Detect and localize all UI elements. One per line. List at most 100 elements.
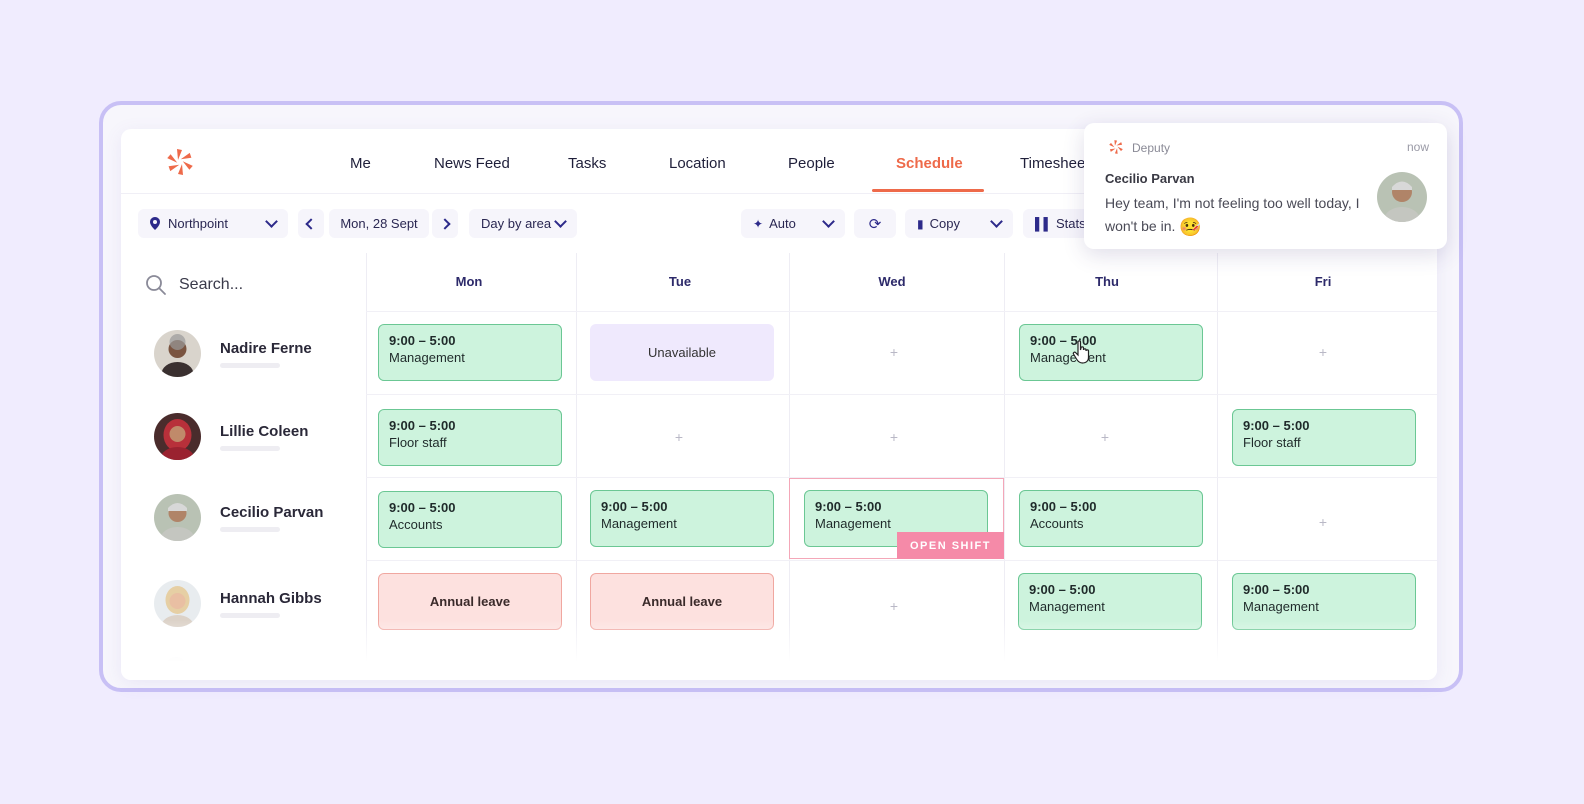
- add-shift-icon[interactable]: +: [884, 429, 904, 445]
- auto-button[interactable]: ✦ Auto: [741, 209, 845, 238]
- shift-card[interactable]: 9:00 – 5:00 Management: [590, 490, 774, 547]
- notification-app-name: Deputy: [1132, 141, 1171, 155]
- hand-cursor-icon: [1072, 340, 1090, 364]
- nav-tasks[interactable]: Tasks: [568, 155, 606, 172]
- view-select[interactable]: Day by area: [469, 209, 577, 238]
- date-picker[interactable]: Mon, 28 Sept: [329, 209, 429, 238]
- leave-label: Annual leave: [641, 594, 723, 609]
- avatar: [154, 413, 201, 460]
- employee-row-header[interactable]: Lillie Coleen: [154, 413, 374, 463]
- shift-card[interactable]: 9:00 – 5:00 Floor staff: [1232, 409, 1416, 466]
- day-header-wed: Wed: [878, 274, 906, 289]
- avatar: [154, 494, 201, 541]
- active-tab-indicator: [872, 189, 984, 192]
- add-shift-icon[interactable]: +: [884, 598, 904, 614]
- open-shift-badge: OPEN SHIFT: [897, 532, 1004, 559]
- shift-time: 9:00 – 5:00: [815, 499, 882, 514]
- auto-label: Auto: [769, 216, 796, 231]
- chevron-down-icon: [990, 215, 1003, 228]
- unavailable-label: Unavailable: [648, 345, 716, 360]
- add-shift-icon[interactable]: +: [1313, 344, 1333, 360]
- shift-time: 9:00 – 5:00: [1030, 333, 1097, 348]
- notification-text: Hey team, I'm not feeling too well today…: [1105, 195, 1360, 234]
- date-label: Mon, 28 Sept: [340, 216, 418, 231]
- nav-location[interactable]: Location: [669, 155, 726, 172]
- search-icon: [146, 275, 166, 295]
- search-input[interactable]: [177, 275, 341, 295]
- sparkle-icon: ✦: [753, 216, 764, 231]
- shift-time: 9:00 – 5:00: [1029, 582, 1096, 597]
- search-box[interactable]: [145, 271, 345, 299]
- employee-row-header[interactable]: Nadire Ferne: [154, 330, 374, 380]
- employee-name: Lillie Coleen: [220, 423, 309, 440]
- shift-card[interactable]: 9:00 – 5:00 Management: [1019, 324, 1203, 381]
- grid-divider: [366, 394, 1437, 395]
- nav-me[interactable]: Me: [350, 155, 371, 172]
- shift-role: Management: [1243, 599, 1319, 614]
- grid-divider: [366, 560, 1437, 561]
- day-header-mon: Mon: [455, 274, 483, 289]
- unavailable-cell[interactable]: Unavailable: [590, 324, 774, 381]
- bar-chart-icon: ▌▌: [1035, 216, 1053, 231]
- shift-time: 9:00 – 5:00: [1243, 418, 1310, 433]
- shift-role: Management: [1029, 599, 1105, 614]
- nav-people[interactable]: People: [788, 155, 835, 172]
- shift-role: Management: [601, 516, 677, 531]
- grid-divider: [1004, 253, 1005, 680]
- refresh-icon: ⟳: [868, 215, 882, 233]
- placeholder-bar: [220, 446, 280, 451]
- add-shift-icon[interactable]: +: [1313, 514, 1333, 530]
- next-date-button[interactable]: [432, 209, 458, 238]
- grid-divider: [576, 253, 577, 680]
- shift-card[interactable]: 9:00 – 5:00 Accounts: [378, 491, 562, 548]
- employee-row-header[interactable]: Cecilio Parvan: [154, 494, 374, 544]
- notification-sender: Cecilio Parvan: [1105, 171, 1195, 186]
- copy-label: Copy: [929, 216, 960, 231]
- add-shift-icon[interactable]: +: [1095, 429, 1115, 445]
- add-shift-icon[interactable]: +: [669, 429, 689, 445]
- shift-role: Management: [1030, 350, 1106, 365]
- shift-role: Floor staff: [1243, 435, 1301, 450]
- chevron-down-icon: [265, 215, 278, 228]
- bottom-fade: [121, 620, 1437, 680]
- refresh-button[interactable]: ⟳: [854, 209, 896, 238]
- stats-label: Stats: [1056, 216, 1086, 231]
- day-header-fri: Fri: [1314, 274, 1332, 289]
- shift-role: Accounts: [389, 517, 443, 532]
- shift-role: Management: [389, 350, 465, 365]
- add-shift-icon[interactable]: +: [884, 344, 904, 360]
- view-label: Day by area: [481, 216, 552, 231]
- location-pin-icon: [150, 217, 160, 230]
- chevron-down-icon: [554, 215, 567, 228]
- chevron-left-icon: [305, 217, 317, 230]
- shift-card[interactable]: 9:00 – 5:00 Floor staff: [378, 409, 562, 466]
- shift-time: 9:00 – 5:00: [601, 499, 668, 514]
- copy-button[interactable]: ▮ Copy: [905, 209, 1013, 238]
- shift-role: Accounts: [1030, 516, 1084, 531]
- shift-time: 9:00 – 5:00: [389, 333, 456, 348]
- shift-card[interactable]: 9:00 – 5:00 Accounts: [1019, 490, 1203, 547]
- placeholder-bar: [220, 613, 280, 618]
- deputy-logo-icon: [1109, 140, 1123, 154]
- day-header-thu: Thu: [1095, 274, 1119, 289]
- day-header-tue: Tue: [668, 274, 692, 289]
- shift-role: Floor staff: [389, 435, 447, 450]
- grid-divider: [366, 311, 1437, 312]
- shift-role: Management: [815, 516, 891, 531]
- shift-card[interactable]: 9:00 – 5:00 Management: [378, 324, 562, 381]
- employee-name: Cecilio Parvan: [220, 504, 324, 521]
- avatar: [154, 330, 201, 377]
- notification-message: Hey team, I'm not feeling too well today…: [1105, 192, 1360, 239]
- placeholder-bar: [220, 363, 280, 368]
- location-select[interactable]: Northpoint: [138, 209, 288, 238]
- deputy-logo-icon[interactable]: [165, 147, 195, 177]
- placeholder-bar: [220, 527, 280, 532]
- employee-name: Hannah Gibbs: [220, 590, 322, 607]
- chevron-down-icon: [822, 215, 835, 228]
- nav-schedule[interactable]: Schedule: [896, 155, 963, 172]
- nav-news-feed[interactable]: News Feed: [434, 155, 510, 172]
- notification-popup[interactable]: Deputy now Cecilio Parvan Hey team, I'm …: [1084, 123, 1447, 249]
- prev-date-button[interactable]: [298, 209, 324, 238]
- chevron-right-icon: [439, 217, 451, 230]
- shift-time: 9:00 – 5:00: [1030, 499, 1097, 514]
